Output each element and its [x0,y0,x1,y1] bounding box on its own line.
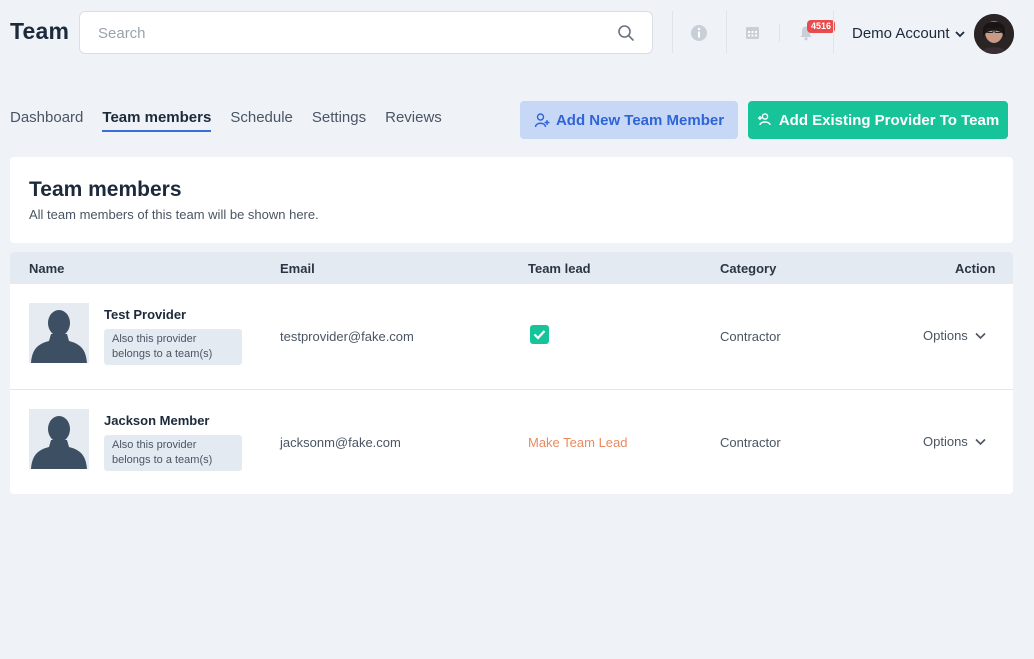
column-header-category: Category [720,261,777,276]
add-existing-provider-button[interactable]: Add Existing Provider To Team [748,101,1008,139]
tab-team-members[interactable]: Team members [102,109,212,132]
avatar-placeholder-icon [29,303,89,363]
add-user-icon [534,113,550,128]
tab-schedule[interactable]: Schedule [230,109,293,132]
search-box[interactable] [79,11,653,54]
options-dropdown[interactable]: Options [923,434,987,449]
page-title: Team members [29,178,182,201]
member-category: Contractor [720,329,781,344]
member-email: jacksonm@fake.com [280,435,401,450]
tab-dashboard[interactable]: Dashboard [10,109,83,132]
page-subtitle: All team members of this team will be sh… [29,207,319,222]
account-name: Demo Account [852,25,950,42]
add-existing-label: Add Existing Provider To Team [778,111,1000,129]
search-icon[interactable] [617,24,635,42]
member-team-note: Also this provider belongs to a team(s) [104,435,242,471]
member-team-note: Also this provider belongs to a team(s) [104,329,242,365]
add-new-label: Add New Team Member [555,111,725,129]
calendar-icon[interactable] [745,25,760,40]
avatar-placeholder-icon [29,409,89,469]
notification-badge: 4516 [807,20,836,33]
table-header: Name Email Team lead Category Action [10,252,1013,284]
divider [779,24,780,42]
column-header-team-lead: Team lead [528,261,591,276]
make-team-lead-link[interactable]: Make Team Lead [528,435,628,450]
options-label: Options [923,434,968,449]
tab-settings[interactable]: Settings [312,109,366,132]
member-name: Jackson Member [104,413,210,428]
chevron-down-icon [954,30,965,37]
avatar[interactable] [974,14,1014,54]
add-new-team-member-button[interactable]: Add New Team Member [520,101,738,139]
options-dropdown[interactable]: Options [923,328,987,343]
section-header: Team members All team members of this te… [10,157,1013,243]
tab-reviews[interactable]: Reviews [385,109,442,132]
member-name: Test Provider [104,307,187,322]
column-header-name: Name [29,261,65,276]
divider [726,11,727,53]
divider [833,11,834,53]
member-category: Contractor [720,435,781,450]
member-email: testprovider@fake.com [280,329,414,344]
add-group-icon [757,113,771,126]
table-row: Test Provider Also this provider belongs… [10,284,1013,390]
team-lead-checkbox[interactable] [530,325,549,344]
team-members-table: Name Email Team lead Category Action Tes… [10,252,1013,494]
column-header-action: Action [955,261,996,276]
options-label: Options [923,328,968,343]
divider [672,11,673,53]
table-row: Jackson Member Also this provider belong… [10,390,1013,494]
column-header-email: Email [280,261,315,276]
top-bar: Team 4516 Demo Account [0,0,1034,68]
app-title: Team [10,18,70,44]
account-menu[interactable]: Demo Account [852,25,966,42]
chevron-down-icon [975,332,986,340]
info-icon[interactable] [690,24,708,42]
chevron-down-icon [975,438,986,446]
checkmark-icon [533,330,546,340]
search-input[interactable] [98,23,598,43]
tab-bar: Dashboard Team members Schedule Settings… [10,109,461,132]
